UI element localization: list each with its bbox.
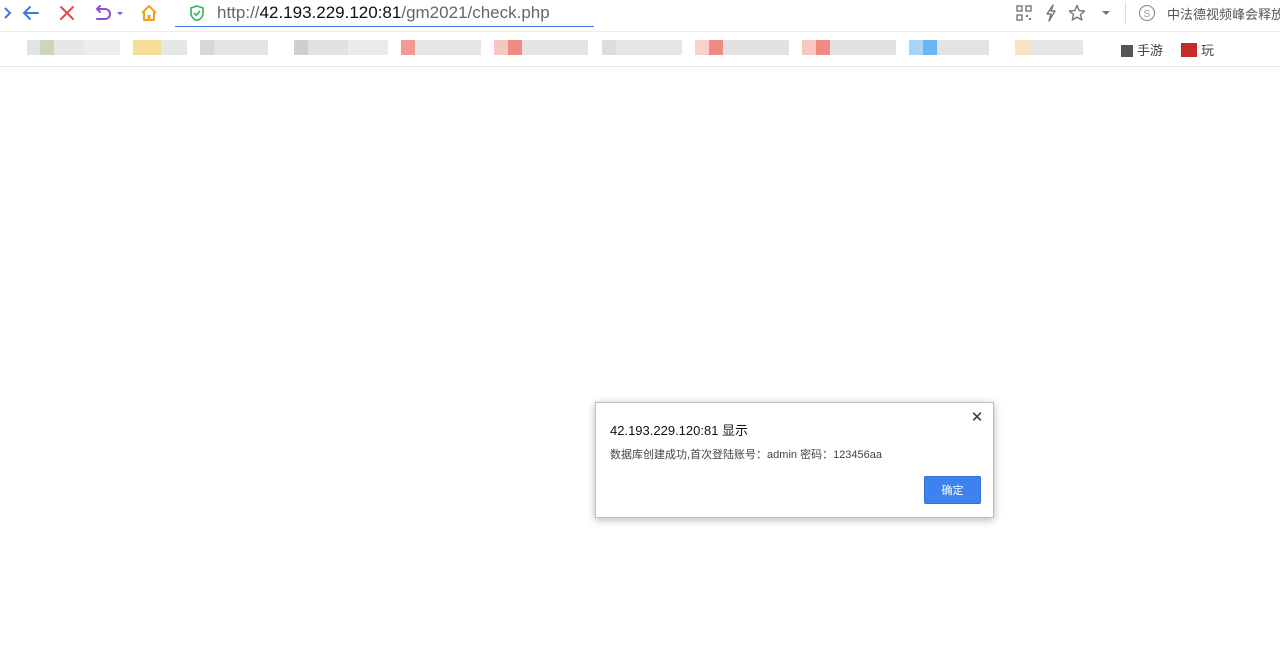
bookmark-icon — [1121, 45, 1133, 57]
address-bar[interactable]: http://42.193.229.120:81/gm2021/check.ph… — [175, 0, 594, 27]
bookmarks-bar: 手游 玩 — [0, 32, 1280, 67]
forward-icon[interactable] — [0, 0, 20, 26]
svg-text:S: S — [1144, 9, 1151, 20]
url-path: /gm2021/check.php — [401, 3, 550, 22]
bookmark-item[interactable] — [802, 40, 896, 55]
bookmark-label: 手游 — [1137, 43, 1164, 58]
dialog-message: 数据库创建成功,首次登陆账号：admin 密码：123456aa — [610, 449, 883, 461]
url-protocol: http:// — [217, 3, 260, 22]
bookmark-item[interactable] — [909, 40, 989, 55]
page-content — [0, 67, 1280, 655]
bookmark-item[interactable] — [401, 40, 481, 55]
bookmark-item[interactable] — [602, 40, 682, 55]
alert-dialog: 42.193.229.120:81 显示 ✕ 数据库创建成功,首次登陆账号：ad… — [595, 402, 994, 518]
ok-button[interactable]: 确定 — [924, 476, 981, 504]
bookmark-item[interactable] — [695, 40, 789, 55]
bookmark-item[interactable] — [200, 40, 268, 55]
bookmark-label: 玩 — [1201, 43, 1215, 58]
bookmark-item[interactable] — [494, 40, 588, 55]
bookmark-item[interactable] — [27, 40, 120, 55]
search-engine-icon[interactable]: S — [1136, 2, 1158, 24]
secure-shield-icon — [189, 5, 205, 22]
close-icon[interactable]: ✕ — [968, 408, 986, 426]
qr-code-icon[interactable] — [1013, 2, 1035, 24]
bookmarks-tail[interactable]: 手游 玩 — [1121, 40, 1214, 59]
stop-icon[interactable] — [55, 0, 79, 26]
url-host: 42.193.229.120:81 — [259, 3, 402, 22]
bookmark-item[interactable] — [1015, 40, 1083, 55]
dropdown-icon[interactable] — [1095, 2, 1117, 24]
bookmark-item[interactable] — [133, 40, 187, 55]
back-arrow-icon[interactable] — [19, 0, 43, 26]
news-ticker[interactable]: 中法德视频峰会释放 — [1167, 4, 1280, 23]
home-icon[interactable] — [137, 0, 161, 26]
browser-toolbar: http://42.193.229.120:81/gm2021/check.ph… — [0, 0, 1280, 32]
bookmark-item[interactable] — [294, 40, 388, 55]
star-icon[interactable] — [1066, 2, 1088, 24]
url-text: http://42.193.229.120:81/gm2021/check.ph… — [217, 3, 550, 23]
dialog-title: 42.193.229.120:81 显示 — [610, 423, 749, 438]
bookmark-red-icon — [1181, 43, 1198, 57]
undo-icon[interactable] — [91, 0, 125, 26]
toolbar-separator — [1125, 2, 1126, 24]
lightning-icon[interactable] — [1040, 2, 1062, 24]
